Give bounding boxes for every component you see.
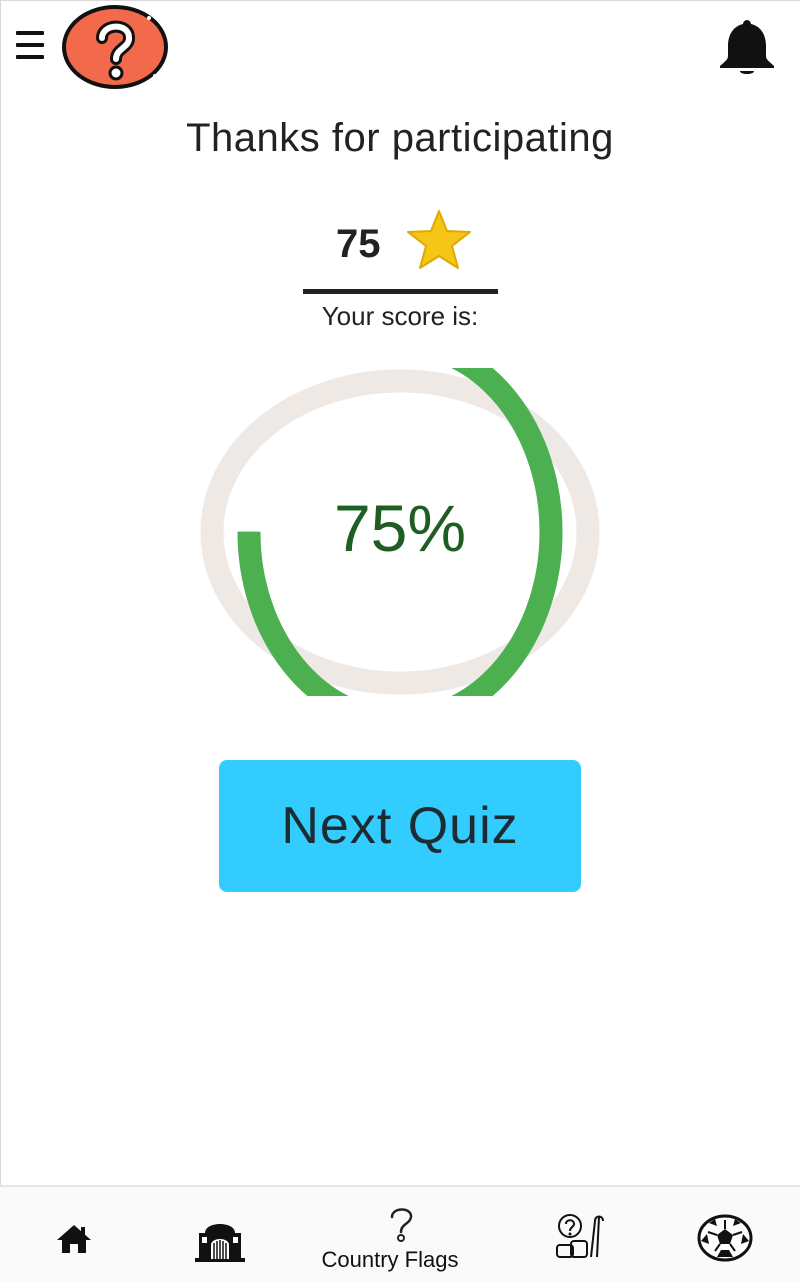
nav-label-country-flags: Country Flags <box>321 1247 459 1272</box>
progress-percent-text: 75% <box>333 491 467 565</box>
monument-icon <box>195 1224 245 1262</box>
score-display: 75 <box>300 206 500 276</box>
star-icon <box>407 210 471 269</box>
nav-item-quiz-props[interactable] <box>535 1187 625 1282</box>
next-quiz-button[interactable]: Next Quiz <box>219 760 581 892</box>
question-mark-logo-icon <box>62 5 168 89</box>
score-label: Your score is: <box>321 301 479 331</box>
home-icon <box>57 1225 91 1253</box>
nav-item-sports[interactable] <box>680 1187 770 1282</box>
screen-edge <box>0 0 1 1185</box>
nav-item-country-flags[interactable]: Country Flags <box>300 1187 480 1282</box>
page-title: Thanks for participating <box>186 116 614 160</box>
bell-icon[interactable] <box>716 16 778 76</box>
score-divider <box>303 289 498 294</box>
soccer-ball-icon <box>697 1214 753 1262</box>
nav-item-monuments[interactable] <box>175 1187 265 1282</box>
quiz-props-icon <box>556 1214 604 1258</box>
hamburger-menu-icon[interactable] <box>16 28 46 62</box>
question-mark-icon <box>390 1208 413 1242</box>
score-value: 75 <box>336 222 381 266</box>
nav-item-home[interactable] <box>30 1187 120 1282</box>
bottom-navigation: Country Flags <box>0 1185 800 1282</box>
screen-top-edge <box>0 0 800 1</box>
